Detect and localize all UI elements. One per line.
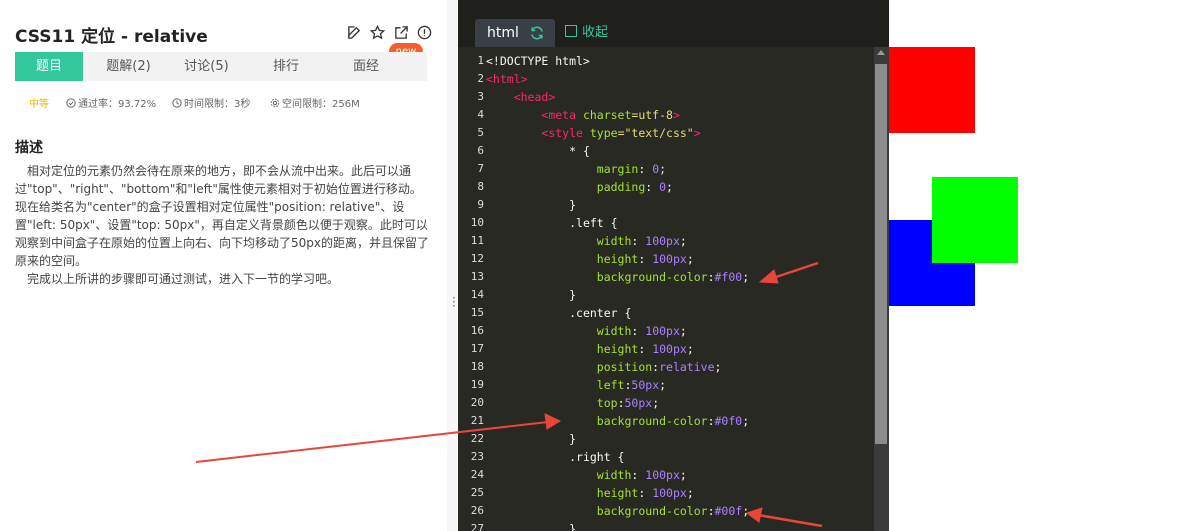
line-number: 16	[470, 324, 484, 337]
line-number: 21	[470, 414, 484, 427]
line-number: 27	[470, 522, 484, 531]
code-line: .center {	[569, 306, 632, 320]
pass-rate: 通过率：93.72%	[66, 97, 156, 113]
code-line: left:50px;	[596, 378, 667, 392]
star-icon[interactable]	[370, 25, 385, 40]
code-line: }	[569, 432, 577, 446]
code-line: }	[569, 198, 577, 212]
code-line: background-color:#0f0;	[596, 414, 750, 428]
line-number-gutter: 1 2 3 4 5 6 7 8 9 10 11 12 13 14 15 16 17 18 19 20 21 22 23 24 2…	[458, 52, 484, 531]
code-line: <style type="text/css">	[541, 126, 701, 140]
tab-problem[interactable]: 题目	[15, 52, 83, 81]
line-number: 14	[470, 288, 484, 301]
line-number: 9	[477, 198, 484, 211]
line-number: 18	[470, 360, 484, 373]
line-number: 8	[477, 180, 484, 193]
tab-ranking[interactable]: 排行	[251, 52, 321, 81]
description-paragraph: 完成以上所讲的步骤即可通过测试，进入下一节的学习吧。	[27, 272, 340, 286]
panel-splitter[interactable]	[447, 0, 458, 531]
code-content[interactable]: <!DOCTYPE html> <html> <head> <meta char…	[486, 52, 749, 531]
code-line: <meta charset=utf-8>	[541, 108, 680, 122]
refresh-icon[interactable]	[529, 25, 545, 41]
square-icon	[565, 25, 577, 37]
check-circle-icon	[66, 98, 76, 108]
line-number: 17	[470, 342, 484, 355]
code-line: width: 100px;	[596, 468, 687, 482]
tab-solutions[interactable]: 题解(2)	[92, 52, 165, 81]
code-line: <head>	[513, 90, 556, 104]
code-line: * {	[569, 144, 590, 158]
line-number: 24	[470, 468, 484, 481]
edit-icon[interactable]	[347, 25, 362, 40]
memory-limit: 空间限制：256M	[270, 97, 360, 113]
tab-discussion[interactable]: 讨论(5)	[170, 52, 243, 81]
description-heading: 描述	[15, 140, 43, 156]
preview-header	[889, 0, 1201, 47]
line-number: 6	[477, 144, 484, 157]
line-number: 11	[470, 234, 484, 247]
code-line: height: 100px;	[596, 486, 694, 500]
preview-box-center	[932, 177, 1018, 263]
code-line: position:relative;	[596, 360, 722, 374]
line-number: 25	[470, 486, 484, 499]
problem-tabs: 题目 题解(2) 讨论(5) 排行 面经	[15, 52, 427, 81]
code-line: .right {	[569, 450, 625, 464]
code-line: width: 100px;	[596, 324, 687, 338]
line-number: 23	[470, 450, 484, 463]
code-line: height: 100px;	[596, 252, 694, 266]
line-number: 2	[477, 72, 484, 85]
line-number: 19	[470, 378, 484, 391]
tab-html-label: html	[487, 25, 519, 41]
scroll-up-icon[interactable]	[877, 50, 885, 55]
line-number: 10	[470, 216, 484, 229]
tab-html[interactable]: html	[475, 19, 555, 47]
code-line: top:50px;	[596, 396, 660, 410]
tab-interviews[interactable]: 面经	[331, 52, 401, 81]
time-limit: 时间限制：3秒	[172, 97, 250, 113]
description-paragraph: 相对定位的元素仍然会待在原来的地方，即不会从流中出来。此后可以通过"top"、"…	[15, 164, 429, 268]
preview-box-left	[889, 47, 975, 133]
line-number: 4	[477, 108, 484, 121]
line-number: 13	[470, 270, 484, 283]
code-line: }	[569, 522, 577, 531]
line-number: 15	[470, 306, 484, 319]
code-line: <!DOCTYPE html>	[486, 54, 590, 68]
problem-panel: CSS11 定位 - relative new 题目 题解(2) 讨论(5) 排…	[0, 0, 447, 531]
line-number: 20	[470, 396, 484, 409]
editor-scroll-thumb[interactable]	[875, 64, 887, 444]
code-line: .left {	[569, 216, 618, 230]
code-line: <html>	[486, 72, 528, 86]
drag-handle-icon[interactable]: · · ·	[452, 292, 456, 312]
code-line: height: 100px;	[596, 342, 694, 356]
line-number: 22	[470, 432, 484, 445]
code-editor[interactable]: html 收起 1 2 3 4 5 6 7 8 9 10 11 12 13 14 15 16 17 18 19 20 2…	[458, 0, 889, 531]
clock-icon	[172, 98, 182, 108]
collapse-button[interactable]: 收起	[565, 24, 608, 42]
difficulty-badge: 中等	[29, 99, 49, 110]
code-line: padding: 0;	[596, 180, 673, 194]
code-line: }	[569, 288, 577, 302]
editor-toolbar: html 收起	[458, 0, 889, 47]
share-icon[interactable]	[394, 25, 409, 40]
line-number: 3	[477, 90, 484, 103]
gear-icon	[270, 98, 280, 108]
code-line: margin: 0;	[596, 162, 667, 176]
line-number: 7	[477, 162, 484, 175]
info-icon[interactable]	[417, 25, 432, 40]
line-number: 12	[470, 252, 484, 265]
line-number: 5	[477, 126, 484, 139]
code-line: background-color:#f00;	[596, 270, 750, 284]
code-line: width: 100px;	[596, 234, 687, 248]
page-title: CSS11 定位 - relative	[15, 27, 208, 47]
line-number: 26	[470, 504, 484, 517]
description-text: 相对定位的元素仍然会待在原来的地方，即不会从流中出来。此后可以通过"top"、"…	[15, 162, 433, 288]
code-line: background-color:#00f;	[596, 504, 750, 518]
line-number: 1	[477, 54, 484, 67]
preview-pane	[889, 47, 1201, 531]
